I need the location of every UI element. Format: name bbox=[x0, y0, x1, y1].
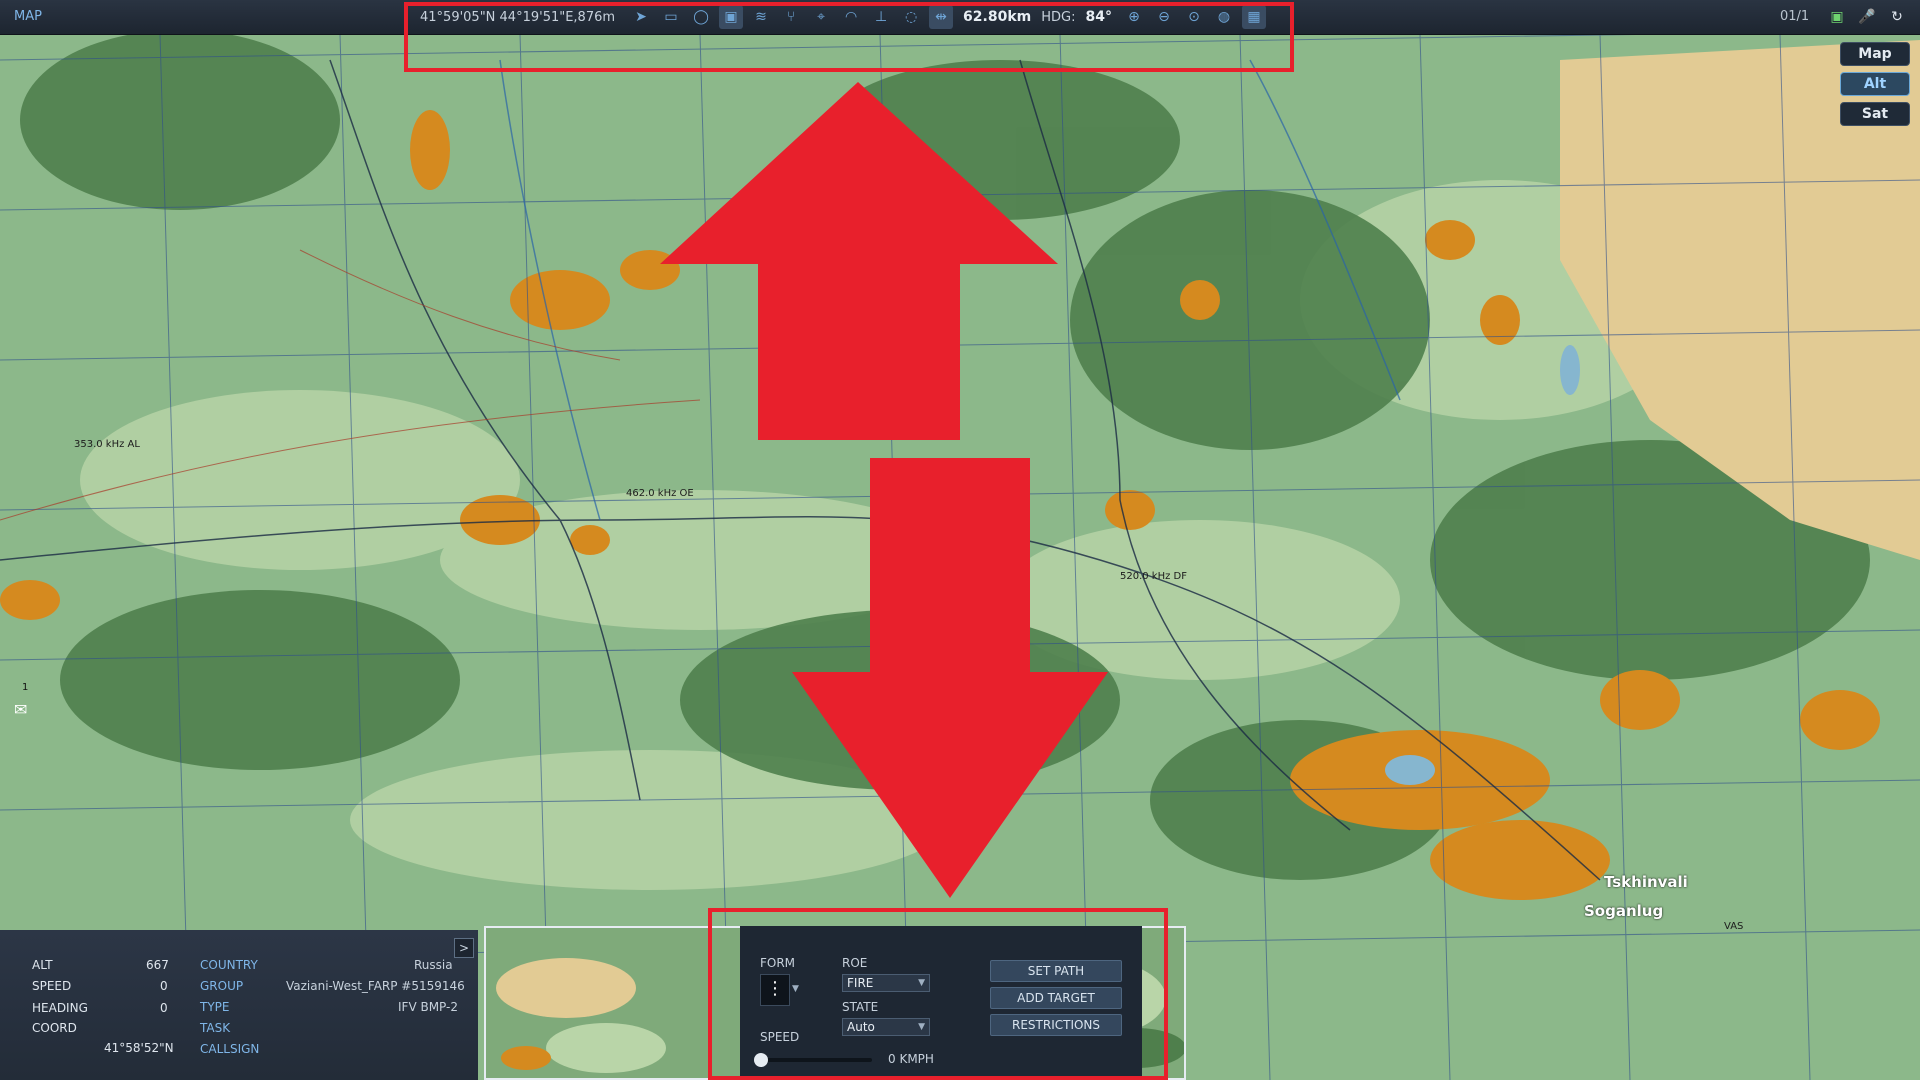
city-label-soganlug: Soganlug bbox=[1584, 902, 1664, 920]
coord-label: COORD bbox=[32, 1021, 77, 1035]
layer-alt-button[interactable]: Alt bbox=[1840, 72, 1910, 96]
ndb-label-al: 353.0 kHz AL bbox=[74, 439, 140, 450]
speed-value: 0 bbox=[160, 979, 168, 993]
callsign-label: CALLSIGN bbox=[200, 1042, 260, 1056]
type-label: TYPE bbox=[200, 1000, 230, 1014]
layer-map-button[interactable]: Map bbox=[1840, 42, 1910, 66]
microphone-icon[interactable]: 🎤 bbox=[1856, 6, 1878, 28]
country-value: Russia bbox=[414, 958, 453, 972]
alt-value: 667 bbox=[146, 958, 169, 972]
heading-value-info: 0 bbox=[160, 1001, 168, 1015]
unit-info-panel: > ALT 667 SPEED 0 HEADING 0 COORD 41°58'… bbox=[0, 930, 478, 1080]
type-value: IFV BMP-2 bbox=[398, 1000, 458, 1014]
ndb-label-df: 520.0 kHz DF bbox=[1120, 571, 1187, 582]
layer-sat-button[interactable]: Sat bbox=[1840, 102, 1910, 126]
map-title: MAP bbox=[14, 9, 42, 24]
group-value: Vaziani-West_FARP #5159146 bbox=[286, 979, 465, 993]
map-layer-switch: Map Alt Sat bbox=[1840, 42, 1910, 126]
heading-label-info: HEADING bbox=[32, 1001, 88, 1015]
panel-highlight bbox=[708, 908, 1168, 1080]
group-label: GROUP bbox=[200, 979, 244, 993]
alt-label: ALT bbox=[32, 958, 53, 972]
ndb-label-oe: 462.0 kHz OE bbox=[626, 488, 694, 499]
expand-button[interactable]: > bbox=[454, 938, 474, 958]
clock: 01/1 bbox=[1780, 9, 1810, 24]
camera-icon[interactable]: ▣ bbox=[1826, 6, 1848, 28]
country-label: COUNTRY bbox=[200, 958, 258, 972]
coord-value: 41°58'52"N bbox=[104, 1041, 174, 1055]
vas-label: VAS bbox=[1724, 921, 1744, 932]
toolbar-highlight bbox=[404, 2, 1294, 72]
refresh-icon[interactable]: ↻ bbox=[1886, 6, 1908, 28]
task-label: TASK bbox=[200, 1021, 231, 1035]
speed-label: SPEED bbox=[32, 979, 72, 993]
mail-icon[interactable]: ✉ bbox=[14, 700, 27, 719]
mail-count: 1 bbox=[22, 682, 29, 693]
city-label-tskhinvali: Tskhinvali bbox=[1604, 873, 1688, 891]
